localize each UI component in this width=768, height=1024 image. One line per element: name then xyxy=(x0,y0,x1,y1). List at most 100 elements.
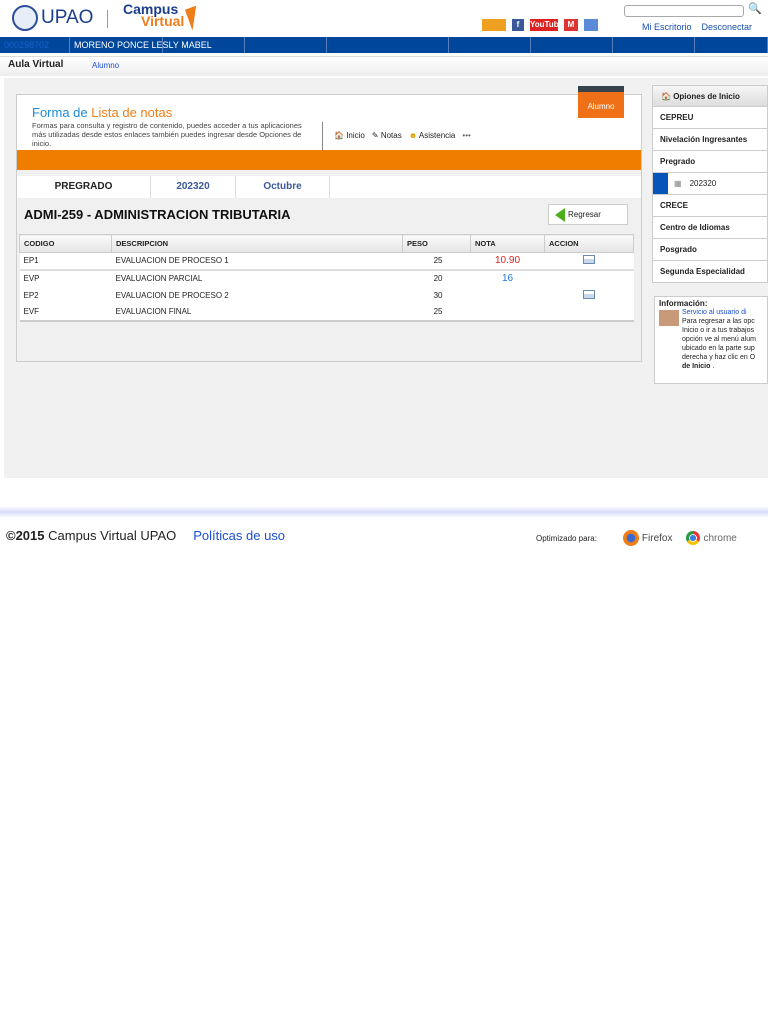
info-link[interactable]: Servicio al usuario di xyxy=(682,308,763,317)
sidebar-item-idiomas[interactable]: Centro de Idiomas xyxy=(652,217,768,239)
cell-peso: 25 xyxy=(402,303,471,322)
divider xyxy=(322,122,323,150)
sidebar-header: 🏠 Opiones de Inicio xyxy=(652,85,768,107)
logo-virtual: Virtual xyxy=(141,13,185,29)
facebook-icon[interactable]: f xyxy=(512,19,524,31)
nav-item[interactable] xyxy=(531,37,613,53)
chrome-link[interactable]: chrome xyxy=(686,531,737,545)
orange-bar xyxy=(17,150,641,170)
arrow-left-icon xyxy=(555,207,565,222)
nav-item[interactable] xyxy=(613,37,695,53)
sidebar-item-posgrado[interactable]: Posgrado xyxy=(652,239,768,261)
sidebar-title: Opiones de Inicio xyxy=(673,92,740,101)
nav-item[interactable] xyxy=(327,37,449,53)
upao-logo[interactable]: UPAO xyxy=(12,5,93,31)
quick-link-inicio[interactable]: 🏠 Inicio xyxy=(334,131,365,140)
rss-icon[interactable] xyxy=(482,19,506,31)
table-row: EVF EVALUACION FINAL 25 xyxy=(19,303,634,322)
policy-link[interactable]: Políticas de uso xyxy=(193,528,285,543)
title-prefix: Forma de xyxy=(32,105,88,120)
quick-link-notas[interactable]: ✎ Notas xyxy=(372,131,402,140)
role-tab[interactable]: Alumno xyxy=(578,86,624,118)
label: Firefox xyxy=(641,532,673,544)
person-icon: ☻ xyxy=(408,131,418,140)
cell-nota xyxy=(470,303,545,322)
tab-month[interactable]: Octubre xyxy=(236,176,330,198)
col-header: CODIGO xyxy=(19,234,112,253)
back-button[interactable]: Regresar xyxy=(548,204,628,225)
optimized-label: Optimizado para: xyxy=(536,533,597,543)
info-box: Información: Servicio al usuario di Para… xyxy=(654,296,768,384)
divider xyxy=(107,10,108,28)
more-link[interactable]: ••• xyxy=(462,131,470,140)
label: Inicio xyxy=(346,131,365,140)
cell-accion xyxy=(544,252,634,271)
cell-codigo: EP2 xyxy=(19,286,112,304)
nav-bar: 000298702 MORENO PONCE LESLY MABEL xyxy=(0,37,768,53)
footer: ©2015 Campus Virtual UPAO Políticas de u… xyxy=(6,528,285,543)
optimized-for: Optimizado para: Firefox chrome xyxy=(536,530,737,546)
quick-link-asistencia[interactable]: ☻ Asistencia xyxy=(409,131,456,140)
desconectar-link[interactable]: Desconectar xyxy=(702,22,753,32)
aula-virtual-title: Aula Virtual xyxy=(8,59,64,70)
campus-virtual-logo[interactable]: Campus Virtual xyxy=(123,2,185,29)
selected-marker xyxy=(653,173,668,194)
form-description: Formas para consulta y registro de conte… xyxy=(32,121,302,148)
info-end: . xyxy=(710,363,715,370)
cell-descripcion: EVALUACION PARCIAL xyxy=(111,269,403,287)
logo-text: UPAO xyxy=(41,7,94,28)
firefox-icon xyxy=(622,530,639,546)
tab-period[interactable]: 202320 xyxy=(151,176,236,198)
sidebar-item-crece[interactable]: CRECE xyxy=(652,195,768,217)
course-title: ADMI-259 - ADMINISTRACION TRIBUTARIA xyxy=(24,207,291,222)
period-label: 202320 xyxy=(689,179,717,188)
label: chrome xyxy=(703,532,737,544)
upao-seal-icon xyxy=(12,5,38,31)
label: Asistencia xyxy=(418,131,456,140)
col-header: DESCRIPCION xyxy=(111,234,403,253)
search-input[interactable] xyxy=(624,5,744,17)
copyright: ©2015 Campus Virtual UPAO xyxy=(6,528,176,543)
avatar xyxy=(659,310,679,326)
col-header: PESO xyxy=(402,234,471,253)
detail-icon[interactable] xyxy=(583,255,595,265)
firefox-link[interactable]: Firefox xyxy=(622,530,673,546)
site-name: Campus Virtual UPAO xyxy=(48,528,177,543)
grid-icon: ▦ xyxy=(674,179,682,188)
sub-bar: Aula Virtual Alumno xyxy=(0,56,768,76)
youtube-icon[interactable]: YouTube xyxy=(530,19,563,31)
label: Notas xyxy=(380,131,402,140)
chrome-icon xyxy=(686,531,701,545)
detail-icon[interactable] xyxy=(583,289,595,299)
role-link[interactable]: Alumno xyxy=(92,61,119,70)
year: ©2015 xyxy=(6,528,45,543)
nav-item[interactable] xyxy=(163,37,245,53)
calendar-icon[interactable] xyxy=(584,19,598,31)
tab-level[interactable]: PREGRADO xyxy=(17,176,151,198)
cell-nota: 16 xyxy=(470,269,545,287)
nav-item[interactable] xyxy=(449,37,531,53)
cell-descripcion: EVALUACION DE PROCESO 1 xyxy=(111,252,403,271)
sidebar-item-segunda-especialidad[interactable]: Segunda Especialidad xyxy=(652,261,768,283)
cell-nota xyxy=(470,286,545,304)
title-main: Lista de notas xyxy=(91,105,173,120)
cell-nota: 10.90 xyxy=(470,252,545,271)
social-links: f YouTube M xyxy=(482,19,598,31)
mi-escritorio-link[interactable]: Mi Escritorio xyxy=(642,22,692,32)
sidebar-item-pregrado[interactable]: Pregrado xyxy=(652,151,768,173)
sidebar-item-period[interactable]: ▦ 202320 xyxy=(652,173,768,195)
sidebar-item-cepreu[interactable]: CEPREU xyxy=(652,107,768,129)
cell-peso: 30 xyxy=(402,286,471,304)
filter-tabs: PREGRADO 202320 Octubre xyxy=(17,176,641,198)
table-row: EP1 EVALUACION DE PROCESO 1 25 10.90 xyxy=(19,252,634,271)
col-header: ACCION xyxy=(544,234,634,253)
sidebar-item-nivelacion[interactable]: Nivelación Ingresantes xyxy=(652,129,768,151)
info-bold: de Inicio xyxy=(682,363,711,370)
form-title: Forma de Lista de notas xyxy=(32,105,172,120)
nav-item[interactable] xyxy=(695,37,768,53)
search-icon[interactable]: 🔍 xyxy=(748,2,762,15)
student-name: MORENO PONCE LESLY MABEL xyxy=(70,37,212,53)
col-header: NOTA xyxy=(470,234,545,253)
nav-item[interactable] xyxy=(245,37,327,53)
gmail-icon[interactable]: M xyxy=(564,19,578,31)
